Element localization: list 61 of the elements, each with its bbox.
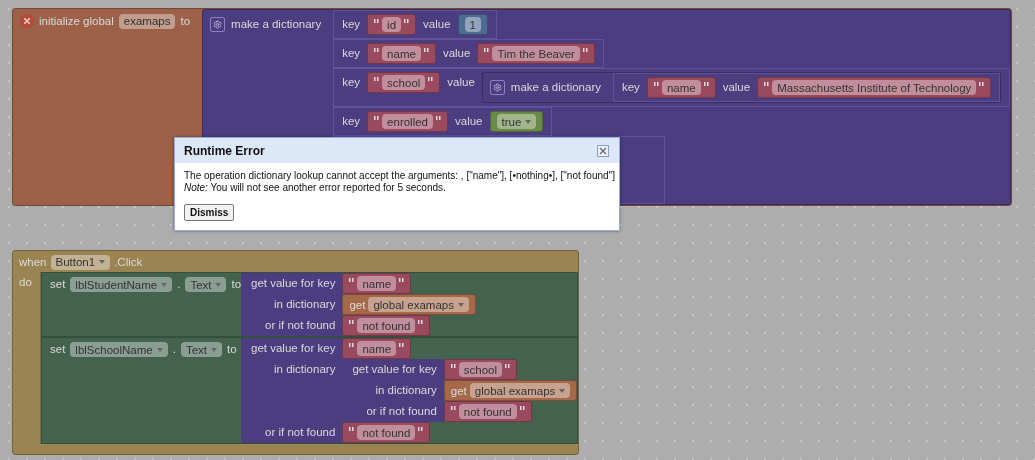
block-label: key	[342, 75, 361, 90]
component-dropdown[interactable]: lblStudentName	[70, 277, 173, 292]
variable-dropdown[interactable]: global examaps	[469, 383, 571, 398]
dialog-title: Runtime Error	[184, 144, 265, 158]
boolean-dropdown[interactable]: true	[496, 114, 537, 129]
block-label: to	[231, 277, 242, 292]
error-note: Note: You will not see another error reported for 5 seconds.	[183, 182, 447, 194]
text-field[interactable]: id	[382, 17, 402, 32]
text-field[interactable]: name	[382, 46, 421, 61]
text-field[interactable]: not found	[357, 318, 416, 333]
block-label: initialize global	[39, 14, 114, 29]
block-label: set	[50, 277, 66, 292]
text-field[interactable]: school	[382, 75, 426, 90]
block-label: or if not found	[342, 401, 444, 422]
text-field[interactable]: school	[458, 362, 503, 377]
text-field[interactable]: not found	[458, 404, 517, 419]
block-label: in dictionary	[241, 359, 343, 422]
number-field[interactable]: 1	[464, 17, 481, 32]
block-label: make a dictionary	[510, 80, 601, 95]
block-label: do	[19, 276, 32, 288]
block-label: value	[423, 17, 451, 32]
block-label: get	[349, 297, 366, 313]
block-label: get value for key	[241, 273, 343, 294]
block-label: .	[172, 342, 176, 357]
block-label: value	[455, 114, 483, 129]
block-label: .Click	[114, 255, 143, 270]
component-dropdown[interactable]: lblSchoolName	[70, 342, 168, 357]
block-label: get value for key	[342, 359, 444, 380]
block-label: value	[447, 75, 475, 90]
text-field[interactable]: name	[357, 276, 397, 291]
block-label: key	[342, 46, 361, 61]
component-dropdown[interactable]: Button1	[50, 254, 111, 270]
text-field[interactable]: name	[357, 341, 397, 356]
block-label: set	[50, 342, 66, 357]
block-label: .	[177, 277, 181, 292]
text-field[interactable]: enrolled	[382, 114, 433, 129]
block-label: to	[227, 342, 237, 357]
text-field[interactable]: Massachusetts Institute of Technology	[772, 80, 977, 95]
block-label: when	[19, 255, 47, 270]
block-label: get	[450, 383, 467, 399]
text-field[interactable]: Tim the Beaver	[492, 46, 580, 61]
block-label: value	[722, 80, 751, 95]
text-field[interactable]: not found	[357, 425, 416, 440]
block-label: in dictionary	[241, 294, 343, 315]
error-message: The operation dictionary lookup cannot accept the arguments: , ["name"], [•nothing•], ["not found"]	[183, 170, 616, 182]
block-label: get value for key	[241, 338, 343, 359]
property-dropdown[interactable]: Text	[180, 342, 222, 357]
variable-dropdown[interactable]: global examaps	[368, 297, 469, 312]
block-label: or if not found	[241, 422, 343, 443]
block-label: value	[442, 46, 471, 61]
block-label: key	[342, 114, 361, 129]
block-label: key	[621, 80, 640, 95]
variable-name-field[interactable]: examaps	[118, 13, 176, 29]
block-label: or if not found	[241, 315, 343, 336]
dismiss-button[interactable]: Dismiss	[184, 204, 235, 221]
block-label: key	[342, 17, 361, 32]
property-dropdown[interactable]: Text	[185, 277, 227, 292]
block-label: in dictionary	[342, 380, 444, 401]
text-field[interactable]: name	[661, 80, 701, 95]
block-label: to	[180, 14, 191, 29]
block-label: make a dictionary	[231, 17, 322, 32]
